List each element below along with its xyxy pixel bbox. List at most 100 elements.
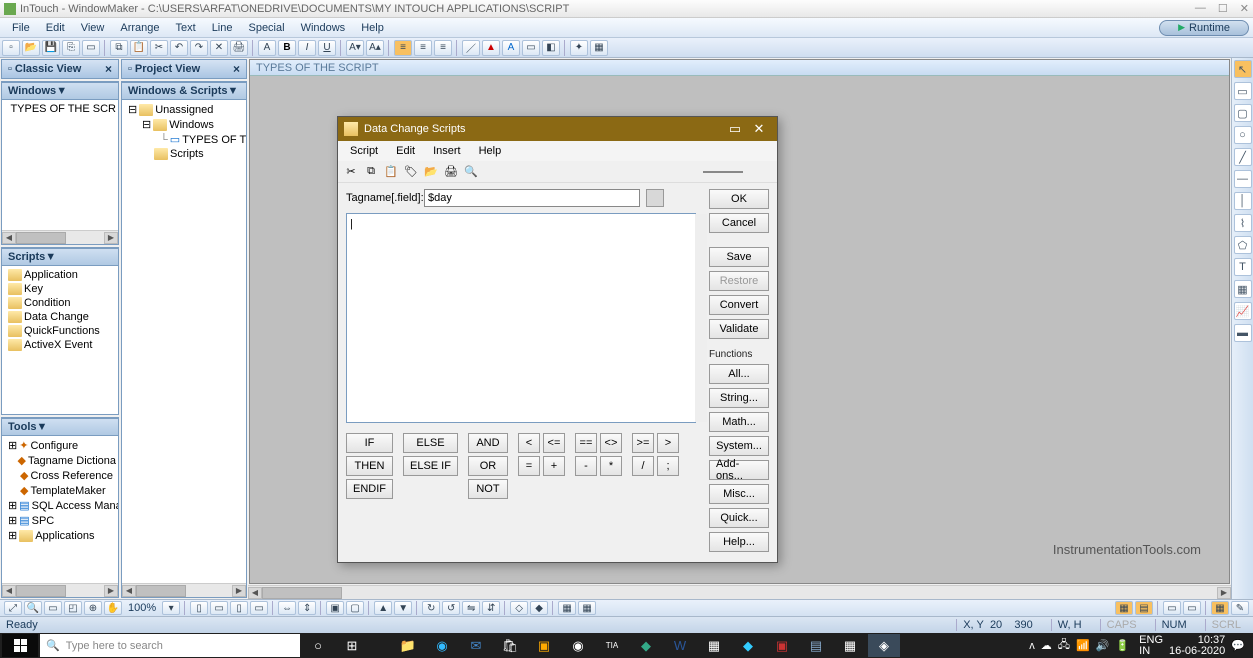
tb-window-color-icon[interactable]: ▭: [522, 40, 540, 56]
dialog-menu-help[interactable]: Help: [471, 143, 510, 159]
flip-icon[interactable]: ⇋: [462, 601, 480, 615]
tb-fontsize-up-icon[interactable]: A▴: [366, 40, 384, 56]
vline-tool-icon[interactable]: │: [1234, 192, 1252, 210]
dialog-titlebar[interactable]: Data Change Scripts ▭ ✕: [338, 117, 777, 141]
chevron-down-icon[interactable]: ▼: [228, 85, 239, 97]
flip-icon[interactable]: ⇵: [482, 601, 500, 615]
reshape-icon[interactable]: ◇: [510, 601, 528, 615]
tb-text-color-icon[interactable]: A: [502, 40, 520, 56]
polyline-tool-icon[interactable]: ⌇: [1234, 214, 1252, 232]
group-icon[interactable]: ▣: [326, 601, 344, 615]
tia-icon[interactable]: TIA: [596, 634, 628, 657]
tb-fill-color-icon[interactable]: ▲: [482, 40, 500, 56]
ungroup-icon[interactable]: ▢: [346, 601, 364, 615]
app-icon[interactable]: ▦: [834, 634, 866, 657]
tb-delete-icon[interactable]: ✕: [210, 40, 228, 56]
dialog-menu-script[interactable]: Script: [342, 143, 386, 159]
restore-button[interactable]: Restore: [709, 271, 769, 291]
not-button[interactable]: NOT: [468, 479, 508, 499]
menu-arrange[interactable]: Arrange: [112, 20, 167, 36]
tools-item[interactable]: ⊞▤SQL Access Mana: [4, 498, 116, 513]
zoom-fit-icon[interactable]: ⤢: [4, 601, 22, 615]
tb-open-icon[interactable]: 📂: [22, 40, 40, 56]
align-icon[interactable]: ▭: [210, 601, 228, 615]
eq-button[interactable]: ==: [575, 433, 597, 453]
cortana-icon[interactable]: ○: [302, 634, 334, 657]
tb-underline-icon[interactable]: U: [318, 40, 336, 56]
or-button[interactable]: OR: [468, 456, 508, 476]
chrome-icon[interactable]: ◉: [562, 634, 594, 657]
mul-button[interactable]: *: [600, 456, 622, 476]
mail-icon[interactable]: ✉: [460, 634, 492, 657]
menu-file[interactable]: File: [4, 20, 38, 36]
tools-item[interactable]: ◆Tagname Dictiona: [4, 453, 116, 468]
hline-tool-icon[interactable]: —: [1234, 170, 1252, 188]
tb-cut-icon[interactable]: ✂: [150, 40, 168, 56]
tree-node[interactable]: └▭TYPES OF T: [124, 132, 244, 147]
app-icon[interactable]: ▦: [698, 634, 730, 657]
if-button[interactable]: IF: [346, 433, 393, 453]
close-button[interactable]: ✕: [1240, 2, 1249, 15]
folder-open-icon[interactable]: 📂: [422, 163, 440, 181]
menu-special[interactable]: Special: [240, 20, 292, 36]
div-button[interactable]: /: [632, 456, 654, 476]
align-icon[interactable]: ▯: [230, 601, 248, 615]
space-icon[interactable]: ⇕: [298, 601, 316, 615]
intouch-app-icon[interactable]: ◈: [868, 634, 900, 657]
taskbar-search[interactable]: 🔍 Type here to search: [40, 634, 300, 657]
windows-item[interactable]: TYPES OF THE SCR: [4, 102, 116, 116]
then-button[interactable]: THEN: [346, 456, 393, 476]
volume-icon[interactable]: 🔊: [1096, 639, 1110, 652]
scripts-item[interactable]: Application: [4, 268, 116, 282]
tools-panel-header[interactable]: Tools▼: [2, 418, 118, 436]
tagname-input[interactable]: [424, 189, 640, 207]
chevron-down-icon[interactable]: ▼: [56, 85, 67, 97]
ge-button[interactable]: >=: [632, 433, 654, 453]
battery-icon[interactable]: 🔋: [1115, 639, 1129, 652]
tagname-browse-button[interactable]: [646, 189, 664, 207]
app-icon[interactable]: ◆: [630, 634, 662, 657]
rect-tool-icon[interactable]: ▭: [1234, 82, 1252, 100]
tray-up-icon[interactable]: ʌ: [1029, 640, 1035, 652]
assign-button[interactable]: =: [518, 456, 540, 476]
tb-print-icon[interactable]: 🖨: [230, 40, 248, 56]
le-button[interactable]: <=: [543, 433, 565, 453]
store-icon[interactable]: 🛍: [494, 634, 526, 657]
front-icon[interactable]: ▲: [374, 601, 392, 615]
scripts-item[interactable]: ActiveX Event: [4, 338, 116, 352]
print-icon[interactable]: 🖨: [442, 163, 460, 181]
tb-new-icon[interactable]: ▫: [2, 40, 20, 56]
script-textarea[interactable]: |: [346, 213, 696, 423]
bitmap-tool-icon[interactable]: ▦: [1234, 280, 1252, 298]
app-icon[interactable]: ▣: [766, 634, 798, 657]
tb-paste-icon[interactable]: 📋: [130, 40, 148, 56]
scripts-item[interactable]: Data Change: [4, 310, 116, 324]
menu-help[interactable]: Help: [353, 20, 392, 36]
align-icon[interactable]: ▯: [190, 601, 208, 615]
wifi-icon[interactable]: 📶: [1076, 639, 1090, 652]
chevron-down-icon[interactable]: ▼: [37, 421, 48, 433]
ellipse-tool-icon[interactable]: ○: [1234, 126, 1252, 144]
tools-item[interactable]: ⊞▤SPC: [4, 513, 116, 528]
scripts-panel-header[interactable]: Scripts▼: [2, 248, 118, 266]
copy-icon[interactable]: ⧉: [362, 163, 380, 181]
menu-line[interactable]: Line: [204, 20, 241, 36]
rotate-icon[interactable]: ↻: [422, 601, 440, 615]
fn-system-button[interactable]: System...: [709, 436, 769, 456]
tools-item[interactable]: ◆Cross Reference: [4, 468, 116, 483]
zoom-out-icon[interactable]: 🔍: [24, 601, 42, 615]
else-button[interactable]: ELSE: [403, 433, 458, 453]
grid-icon[interactable]: ▦: [578, 601, 596, 615]
line-tool-icon[interactable]: ╱: [1234, 148, 1252, 166]
onedrive-icon[interactable]: ☁: [1041, 639, 1052, 652]
paste-icon[interactable]: 📋: [382, 163, 400, 181]
project-view-header[interactable]: ▫Project View×: [122, 60, 246, 79]
reshape-icon[interactable]: ◆: [530, 601, 548, 615]
lt-button[interactable]: <: [518, 433, 540, 453]
polygon-tool-icon[interactable]: ⬠: [1234, 236, 1252, 254]
tools-item[interactable]: ⊞Applications: [4, 528, 116, 543]
runtime-button[interactable]: Runtime: [1159, 20, 1249, 36]
dialog-menu-insert[interactable]: Insert: [425, 143, 469, 159]
windows-scrollbar[interactable]: ◀▶: [2, 230, 118, 244]
text-tool-icon[interactable]: T: [1234, 258, 1252, 276]
